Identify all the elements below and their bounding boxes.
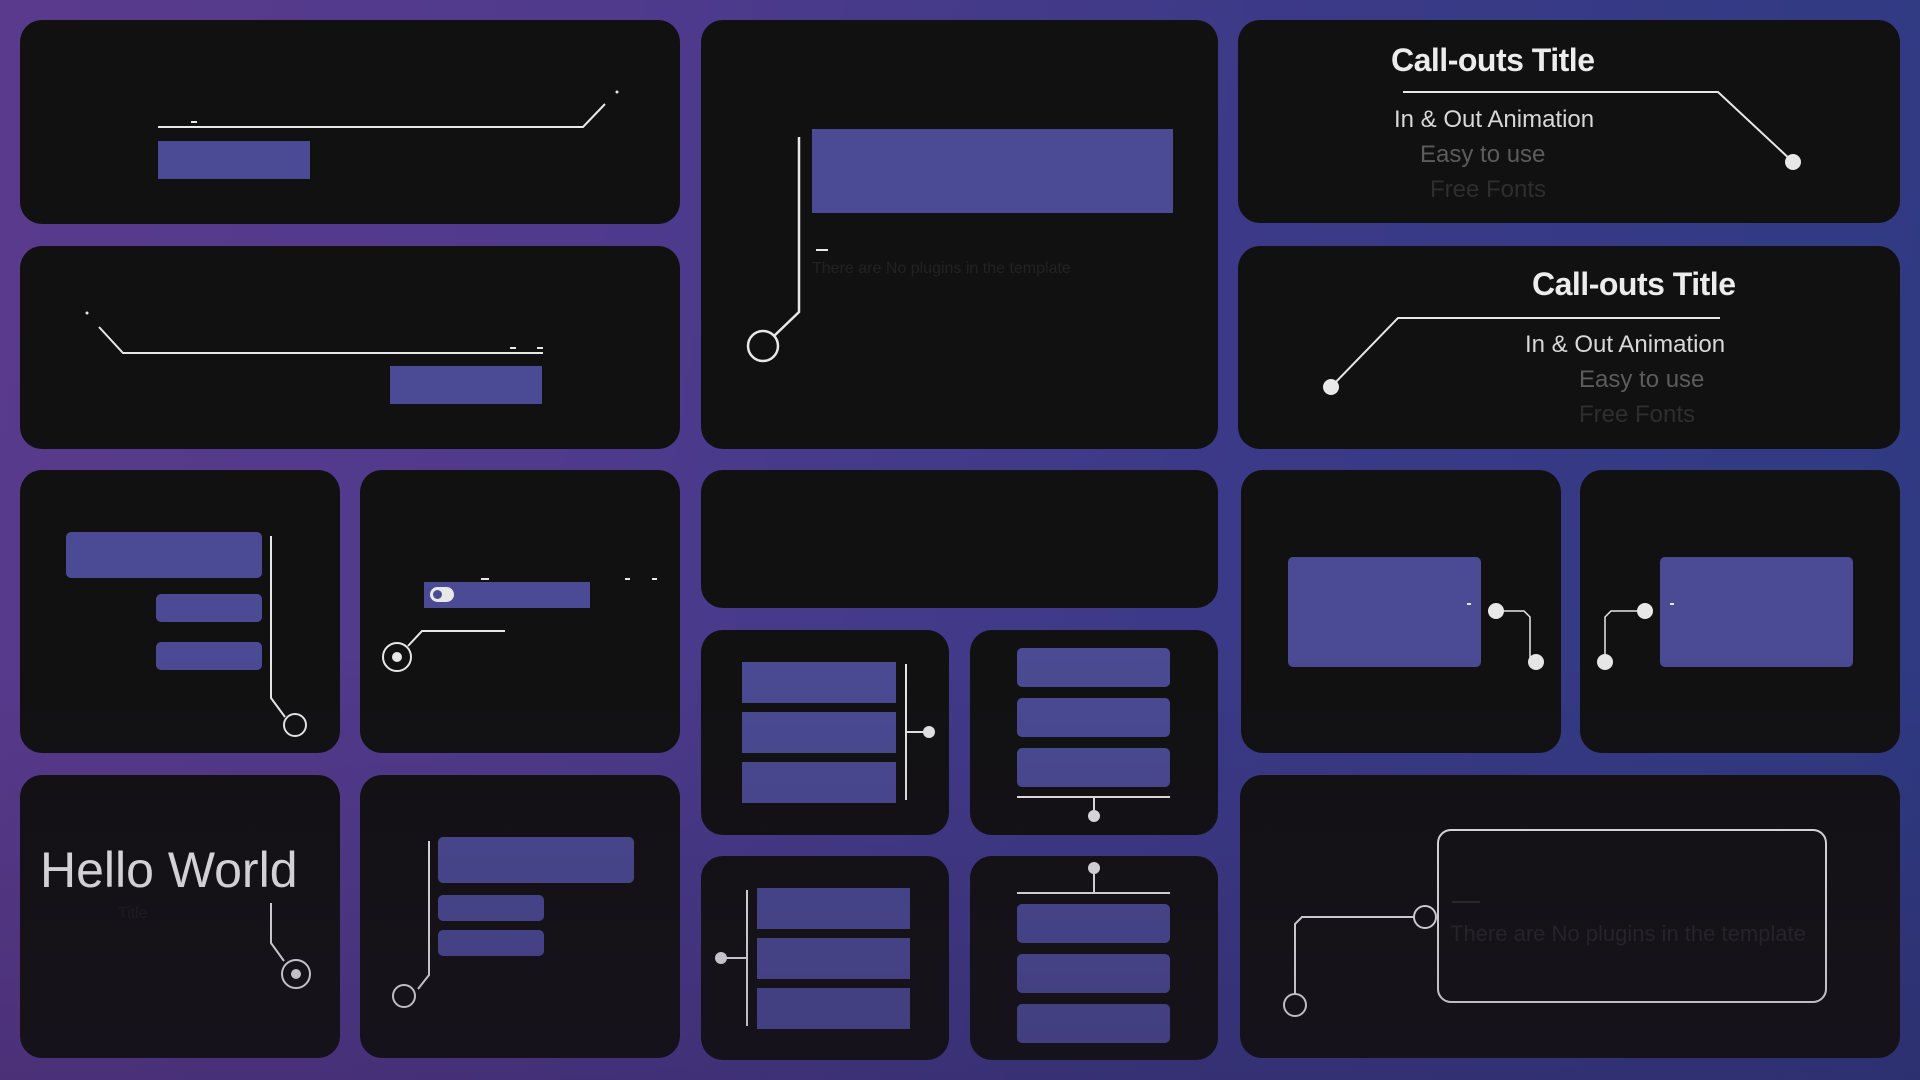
bracket-line [1017,862,1170,894]
outline-box-callout-card: There are No plugins in the template [1240,775,1900,1058]
box-callout-card-left [1580,470,1900,753]
anchor-circle-icon [1283,993,1307,1017]
callout-line-1: In & Out Animation [1525,331,1726,358]
callout-line [392,841,430,1008]
anchor-dot-icon [923,726,935,738]
box-callout-card-right [1241,470,1561,753]
callout-line [270,903,311,989]
callout-card-horizontal-1 [20,20,680,224]
anchor-dot-icon [1785,154,1801,170]
list-card-bracket-top [970,856,1218,1060]
callout-line [1597,603,1653,670]
anchor-dot-icon [615,90,619,94]
anchor-dot-icon [1323,379,1339,395]
callout-line-3: Free Fonts [1579,401,1696,428]
callout-line [85,311,543,354]
callout-card-title-left: Call-outs Title In & Out Animation Easy … [1238,246,1900,449]
list-card-bracket-left [701,856,949,1060]
anchor-dot-icon [1597,654,1613,670]
anchor-circle-icon [1413,905,1437,929]
callout-card-empty [701,470,1218,608]
callout-card-toggle [360,470,680,753]
anchor-dot-icon [1488,603,1504,619]
bracket-line [715,890,748,1026]
placeholder-text: There are No plugins in the template [812,260,1071,277]
anchor-dot-icon [1528,654,1544,670]
anchor-circle-icon [746,329,780,363]
label-block [158,141,310,179]
callout-card-horizontal-2 [20,246,680,449]
text-stub [510,347,516,349]
anchor-dot-icon [1088,862,1100,874]
callout-line [1488,603,1544,670]
text-stub [537,347,543,349]
list-card-bracket-right [701,630,949,835]
anchor-circle-icon [392,984,416,1008]
text-stub [816,249,828,251]
text-stub [191,121,197,123]
callout-line [1283,905,1437,1017]
callout-line [158,90,619,128]
bracket-line [905,664,935,800]
title-block [812,129,1173,213]
anchor-circle-icon [283,713,307,737]
callout-line-2: Easy to use [1579,366,1705,393]
callout-line [746,137,801,363]
anchor-dot-icon [715,952,727,964]
callout-title: Call-outs Title [1391,42,1595,78]
callout-card-vertical-center: There are No plugins in the template [701,20,1218,449]
callout-card-hello-world: Hello World Title [20,775,340,1058]
anchor-dot-icon [1088,810,1100,822]
callout-card-title-right: Call-outs Title In & Out Animation Easy … [1238,20,1900,223]
callout-line [382,630,505,672]
callout-title: Call-outs Title [1532,266,1736,302]
anchor-dot-icon [1637,603,1653,619]
callout-line [270,536,307,737]
callout-card-stack-left [360,775,680,1058]
label-block [390,366,542,404]
list-card-bracket-bottom [970,630,1218,835]
callout-line-3: Free Fonts [1430,176,1547,203]
callout-line-2: Easy to use [1420,141,1546,168]
callout-line-1: In & Out Animation [1394,106,1595,133]
anchor-dot-icon [85,311,89,315]
callout-card-stack-right [20,470,340,753]
bracket-line [1017,796,1170,822]
